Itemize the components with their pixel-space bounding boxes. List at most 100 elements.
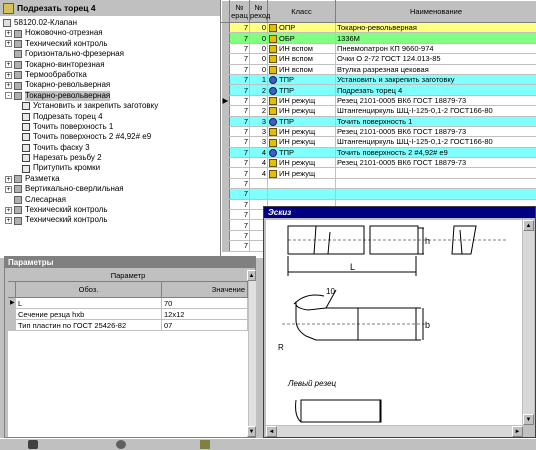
tree-item-operation[interactable]: Слесарная: [0, 195, 220, 205]
cell-class[interactable]: ИН режущ: [267, 105, 336, 117]
row-selector[interactable]: [8, 320, 16, 330]
table-row[interactable]: 7 1 ТПР Установить и закрепить заготовку: [221, 74, 536, 86]
cell-name[interactable]: Подрезать торец 4: [335, 84, 536, 96]
tree-item-operation[interactable]: - Токарно-револьверная: [0, 90, 220, 102]
expand-icon[interactable]: +: [5, 82, 12, 90]
row-selector[interactable]: [221, 178, 230, 190]
cell-operation-number[interactable]: 7: [229, 105, 250, 117]
row-selector[interactable]: [221, 167, 230, 179]
cell-operation-number[interactable]: 7: [229, 188, 250, 200]
cell-class[interactable]: ОБР: [267, 32, 336, 44]
expand-icon[interactable]: +: [5, 61, 12, 69]
cell-transition-number[interactable]: 4: [249, 167, 268, 179]
expand-icon[interactable]: +: [5, 217, 12, 225]
table-row[interactable]: ▶ 7 2 ИН режущ Резец 2101-0005 ВК6 ГОСТ 1887…: [221, 95, 536, 107]
cell-transition-number[interactable]: 0: [249, 32, 268, 44]
cell-name[interactable]: Штангенциркуль ШЦ-I-125-0,1-2 ГОСТ166-80: [335, 136, 536, 148]
table-row[interactable]: 7 3 ИН режущ Резец 2101-0005 ВК6 ГОСТ 18879…: [221, 126, 536, 138]
cell-operation-number[interactable]: 7: [229, 74, 250, 86]
cell-class[interactable]: ИН режущ: [267, 157, 336, 169]
column-header-class[interactable]: Класс: [267, 0, 336, 23]
sketch-title[interactable]: Эскиз: [264, 207, 535, 218]
sketch-horizontal-scrollbar[interactable]: ◄ ►: [266, 426, 523, 437]
cell-name[interactable]: Резец 2101-0005 ВК6 ГОСТ 18879-73: [335, 95, 536, 107]
parameter-value[interactable]: 12x12: [162, 309, 248, 319]
cell-class[interactable]: ТПР: [267, 116, 336, 127]
table-row[interactable]: 7 0 ОПР Токарно-револьверная: [221, 22, 536, 34]
cell-class[interactable]: ИН вспом: [267, 43, 336, 55]
edit-icon[interactable]: [28, 440, 38, 449]
cell-transition-number[interactable]: 0: [249, 22, 268, 34]
cell-transition-number[interactable]: 4: [249, 157, 268, 169]
cell-class[interactable]: ИН режущ: [267, 95, 336, 107]
cell-transition-number[interactable]: 2: [249, 105, 268, 117]
cell-name[interactable]: Резец 2101-0005 ВК6 ГОСТ 18879-73: [335, 157, 536, 169]
parameters-title[interactable]: Параметры: [5, 257, 255, 268]
cell-operation-number[interactable]: 7: [229, 209, 250, 221]
scroll-right-button[interactable]: ►: [512, 426, 523, 437]
cell-transition-number[interactable]: 2: [249, 95, 268, 107]
tree-item-transition[interactable]: Установить и закрепить заготовку: [0, 101, 220, 111]
cell-transition-number[interactable]: 2: [249, 84, 268, 96]
table-row[interactable]: 7: [221, 178, 536, 190]
expand-icon[interactable]: +: [5, 206, 12, 214]
row-selector[interactable]: [221, 53, 230, 65]
cell-class[interactable]: ИН режущ: [267, 126, 336, 138]
row-selector[interactable]: ▶: [8, 298, 16, 308]
table-row[interactable]: 7 0 ОБР 1336М: [221, 32, 536, 44]
tree-item-operation[interactable]: Горизонтально-фрезерная: [0, 49, 220, 59]
table-row[interactable]: 7 2 ИН режущ Штангенциркуль ШЦ-I-125-0,1-2 …: [221, 105, 536, 117]
tree-item-operation[interactable]: + Разметка: [0, 174, 220, 184]
tree-item-operation[interactable]: + Вертикально-сверлильная: [0, 184, 220, 194]
cell-class[interactable]: [267, 188, 336, 200]
table-row[interactable]: 7 3 ИН режущ Штангенциркуль ШЦ-I-125-0,1-2 …: [221, 136, 536, 148]
expand-icon[interactable]: +: [5, 30, 12, 38]
expand-icon[interactable]: +: [5, 185, 12, 193]
column-header-operation[interactable]: № ерац: [229, 0, 250, 23]
column-header-value[interactable]: Значение: [162, 282, 248, 297]
cell-name[interactable]: Точить поверхность 2 #4,92# е9: [335, 147, 536, 159]
user-icon[interactable]: [116, 440, 126, 449]
tree-item-transition[interactable]: Притупить кромки: [0, 163, 220, 173]
cell-operation-number[interactable]: 7: [229, 95, 250, 107]
process-tree[interactable]: 58120.02-Клапан + Ножовочно-отрезная + Техн…: [0, 16, 220, 226]
row-selector[interactable]: [221, 157, 230, 169]
table-row[interactable]: 7 4 ТПР Точить поверхность 2 #4,92# е9: [221, 147, 536, 159]
row-selector[interactable]: [221, 22, 230, 34]
table-row[interactable]: 7 0 ИН вспом Пневмопатрон КП 9660-974: [221, 43, 536, 55]
cell-transition-number[interactable]: 4: [249, 147, 268, 159]
row-selector[interactable]: [221, 147, 230, 159]
cell-operation-number[interactable]: 7: [229, 53, 250, 65]
expand-icon[interactable]: +: [5, 40, 12, 48]
cell-transition-number[interactable]: 1: [249, 74, 268, 86]
scroll-up-button[interactable]: ▲: [247, 270, 256, 281]
scroll-up-button[interactable]: ▲: [523, 220, 534, 231]
cell-name[interactable]: Очки О 2-72 ГОСТ 124.013-85: [335, 53, 536, 65]
cell-name[interactable]: [335, 188, 536, 200]
column-header-name[interactable]: Наименование: [335, 0, 536, 23]
cell-transition-number[interactable]: 3: [249, 126, 268, 138]
tree-item-operation[interactable]: + Токарно-револьверная: [0, 80, 220, 90]
cell-name[interactable]: Пневмопатрон КП 9660-974: [335, 43, 536, 55]
cell-name[interactable]: Точить поверхность 1: [335, 116, 536, 127]
row-selector[interactable]: [221, 240, 230, 252]
tree-root[interactable]: 58120.02-Клапан: [0, 18, 220, 28]
row-selector[interactable]: [221, 209, 230, 221]
tree-item-operation[interactable]: + Термообработка: [0, 70, 220, 80]
cell-transition-number[interactable]: [249, 188, 268, 200]
cell-transition-number[interactable]: 0: [249, 43, 268, 55]
table-row[interactable]: 7 0 ИН вспом Втулка разрезная цековая: [221, 64, 536, 75]
table-row[interactable]: 7: [221, 188, 536, 200]
parameter-row[interactable]: ▶ L 70: [8, 298, 248, 309]
parameters-grid[interactable]: Параметр Обоз. Значение ▶ L 70 Сечение резц…: [8, 270, 248, 437]
tree-item-transition[interactable]: Точить поверхность 1: [0, 122, 220, 132]
parameters-scrollbar[interactable]: ▲ ▼: [247, 270, 256, 437]
collapse-icon[interactable]: -: [5, 92, 12, 100]
scroll-down-button[interactable]: ▼: [523, 414, 534, 425]
cell-class[interactable]: ИН режущ: [267, 136, 336, 148]
cell-class[interactable]: ИН вспом: [267, 53, 336, 65]
cell-operation-number[interactable]: 7: [229, 219, 250, 231]
cell-class[interactable]: ИН режущ: [267, 167, 336, 179]
row-selector[interactable]: [221, 43, 230, 55]
cell-class[interactable]: ОПР: [267, 22, 336, 34]
